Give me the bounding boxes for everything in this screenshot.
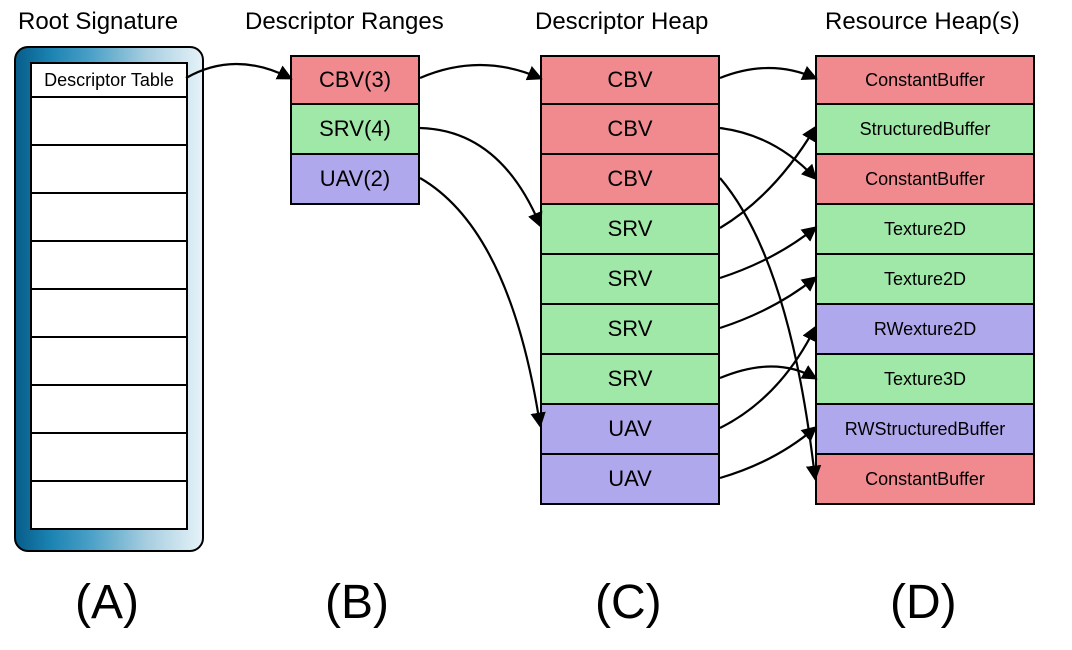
root-slot-empty [30,386,188,434]
heap-stack-cell: UAV [540,455,720,505]
root-slot-empty [30,434,188,482]
descriptor-heap-stack: CBVCBVCBVSRVSRVSRVSRVUAVUAV [540,55,720,505]
root-slot-empty [30,482,188,530]
root-slot-empty [30,98,188,146]
root-signature-slots: Descriptor Table [30,62,188,530]
resource-stack-cell: Texture2D [815,205,1035,255]
root-slot-descriptor-table: Descriptor Table [30,62,188,98]
label-d: (D) [890,575,957,630]
root-slot-empty [30,290,188,338]
heap-stack-cell: SRV [540,205,720,255]
heap-stack-cell: SRV [540,355,720,405]
label-c: (C) [595,575,662,630]
root-slot-empty [30,194,188,242]
resource-stack-cell: StructuredBuffer [815,105,1035,155]
col-title-resource: Resource Heap(s) [825,8,1020,36]
col-title-ranges: Descriptor Ranges [245,8,444,36]
root-signature-container: Descriptor Table [14,46,204,552]
root-slot-empty [30,338,188,386]
resource-stack-cell: ConstantBuffer [815,55,1035,105]
ranges-stack-cell: UAV(2) [290,155,420,205]
label-b: (B) [325,575,389,630]
col-title-heap: Descriptor Heap [535,8,708,36]
resource-heap-stack: ConstantBufferStructuredBufferConstantBu… [815,55,1035,505]
col-title-root: Root Signature [18,8,178,36]
label-a: (A) [75,575,139,630]
heap-stack-cell: UAV [540,405,720,455]
heap-stack-cell: CBV [540,155,720,205]
resource-stack-cell: Texture2D [815,255,1035,305]
heap-stack-cell: SRV [540,305,720,355]
descriptor-ranges-stack: CBV(3)SRV(4)UAV(2) [290,55,420,205]
heap-stack-cell: CBV [540,55,720,105]
root-slot-empty [30,146,188,194]
root-slot-empty [30,242,188,290]
resource-stack-cell: RWStructuredBuffer [815,405,1035,455]
resource-stack-cell: Texture3D [815,355,1035,405]
heap-stack-cell: SRV [540,255,720,305]
resource-stack-cell: RWexture2D [815,305,1035,355]
resource-stack-cell: ConstantBuffer [815,455,1035,505]
heap-stack-cell: CBV [540,105,720,155]
resource-stack-cell: ConstantBuffer [815,155,1035,205]
ranges-stack-cell: SRV(4) [290,105,420,155]
ranges-stack-cell: CBV(3) [290,55,420,105]
